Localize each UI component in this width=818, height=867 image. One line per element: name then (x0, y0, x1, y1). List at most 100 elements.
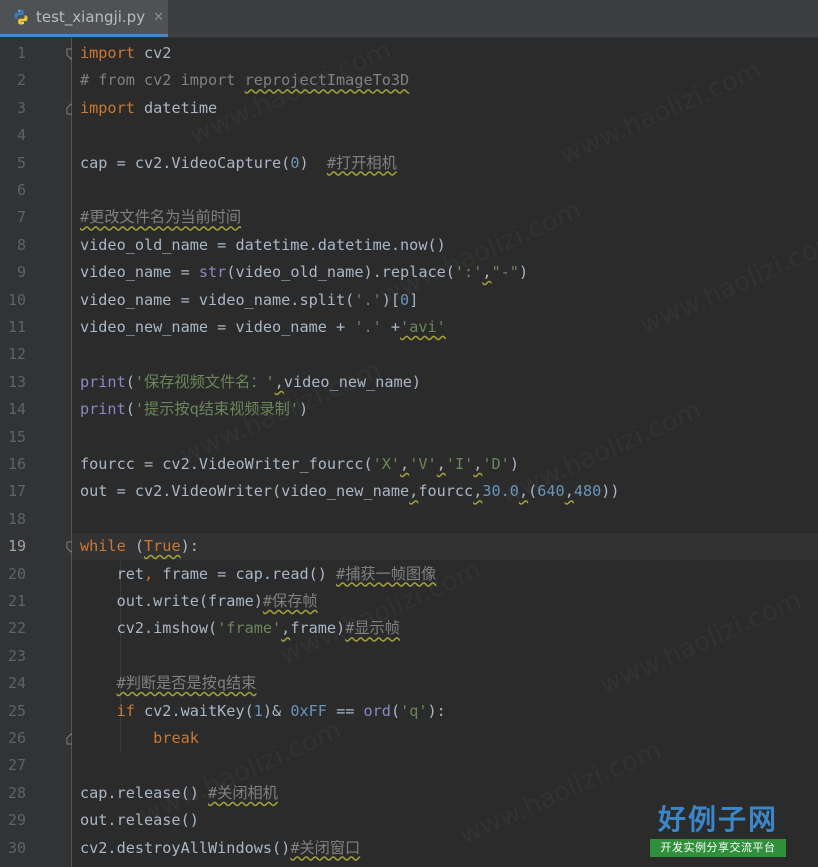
logo-subtitle: 开发实例分享交流平台 (650, 839, 786, 857)
code-line: #更改文件名为当前时间 (80, 204, 241, 231)
line-number: 1 (16, 44, 26, 62)
line-number: 30 (7, 838, 26, 857)
line-number: 25 (7, 701, 26, 720)
code-token: #判断是否是按q结束 (116, 674, 257, 693)
code-line: print('提示按q结束视频录制') (80, 396, 308, 423)
code-token: ( (125, 372, 135, 391)
code-token: ) (299, 153, 327, 172)
code-token: ) (518, 263, 529, 282)
code-token: 'q' (400, 701, 428, 720)
site-logo: 好例子网 开发实例分享交流平台 (650, 803, 786, 861)
code-token: ( (528, 482, 538, 501)
code-line: #判断是否是按q结束 (80, 670, 257, 697)
code-token: 640 (537, 482, 565, 501)
code-token: , (144, 564, 154, 583)
code-token: frame) (290, 619, 346, 638)
code-token: video_name = (80, 263, 199, 282)
code-token: 'V' (409, 455, 437, 473)
code-line: cv2.imshow('frame',frame)#显示帧 (80, 615, 400, 642)
line-number: 15 (7, 427, 26, 446)
line-number: 17 (7, 482, 26, 501)
line-number: 5 (16, 153, 26, 172)
line-number: 26 (7, 729, 26, 747)
code-token: ): (180, 537, 199, 556)
code-token: ord (363, 701, 391, 720)
code-line: while (True): (80, 533, 199, 560)
tab-label: test_xiangji.py (36, 8, 146, 26)
code-token: (video_old_name).replace( (226, 263, 455, 282)
code-token: 'avi' (400, 318, 446, 336)
code-token: out = cv2.VideoWriter(video_new_name (80, 482, 410, 501)
code-line: print('保存视频文件名：',video_new_name) (80, 369, 421, 396)
line-number: 11 (7, 318, 26, 336)
code-token: video_new_name) (283, 372, 421, 391)
line-number: 20 (7, 564, 26, 583)
line-number: 16 (7, 455, 26, 473)
watermark-text: www.haolizi.com (455, 735, 666, 851)
code-line: video_name = str(video_old_name).replace… (80, 259, 528, 286)
line-number: 14 (7, 400, 26, 419)
line-number: 4 (16, 126, 26, 145)
code-line: ret, frame = cap.read() #捕获一帧图像 (80, 561, 437, 588)
editor-tab-bar: test_xiangji.py ✕ (0, 0, 818, 38)
code-line: cv2.destroyAllWindows()#关闭窗口 (80, 835, 360, 862)
line-number: 29 (7, 811, 26, 830)
code-token: 'frame' (217, 619, 282, 638)
code-token: + (381, 318, 401, 336)
code-token: , (274, 372, 284, 391)
code-token: 1 (253, 701, 263, 720)
tab-test-xiangji-py[interactable]: test_xiangji.py ✕ (0, 0, 168, 37)
line-number: 18 (7, 509, 26, 528)
code-token: cap.release() (80, 783, 209, 802)
line-number: 9 (16, 263, 26, 282)
code-token: , (400, 455, 410, 473)
code-line: video_name = video_name.split('.')[0] (80, 287, 418, 314)
line-number: 24 (7, 674, 26, 693)
code-token: reprojectImageTo3D (244, 71, 410, 90)
code-token: if (116, 701, 135, 720)
code-token: frame = cap.read() (153, 564, 337, 583)
code-token: ) (299, 400, 309, 419)
code-token: , (518, 482, 529, 501)
code-token: 'D' (482, 455, 510, 473)
code-token: import (80, 98, 135, 117)
close-icon[interactable]: ✕ (153, 10, 164, 25)
code-line: import cv2 (80, 40, 171, 67)
code-token: datetime (134, 98, 218, 117)
code-token: 0 (400, 290, 410, 309)
code-token: , (473, 482, 483, 501)
code-token: ( (125, 400, 135, 419)
line-number: 3 (16, 98, 26, 117)
code-token: cv2 (134, 44, 172, 62)
code-token: #关闭窗口 (290, 838, 361, 857)
code-editor[interactable]: www.haolizi.com www.haolizi.com www.haoliz… (72, 38, 818, 867)
line-number: 23 (7, 646, 26, 665)
code-token: , (281, 619, 291, 638)
code-token: ( (390, 701, 401, 720)
code-token: #更改文件名为当前时间 (80, 208, 242, 227)
code-line: # from cv2 import reprojectImageTo3D (80, 67, 409, 94)
code-token: print (80, 400, 126, 419)
code-token: ':' (454, 263, 483, 282)
code-line: out = cv2.VideoWriter(video_new_name,fou… (80, 478, 620, 505)
code-line: break (80, 725, 199, 752)
code-line: import datetime (80, 95, 217, 122)
code-line: cap = cv2.VideoCapture(0) #打开相机 (80, 150, 397, 177)
code-token: ( (125, 537, 145, 556)
code-token: print (80, 372, 126, 391)
code-token: import (80, 44, 135, 62)
code-token: cap = cv2.VideoCapture( (80, 153, 291, 172)
code-token: out.release() (80, 811, 199, 830)
code-token: #关闭相机 (208, 783, 278, 802)
code-token: '.' (354, 290, 382, 309)
code-token: True (144, 537, 181, 556)
code-token: , (564, 482, 574, 501)
code-token: , (482, 263, 492, 282)
code-token: while (80, 537, 126, 556)
code-line: out.write(frame)#保存帧 (80, 588, 318, 615)
code-line: if cv2.waitKey(1)& 0xFF == ord('q'): (80, 698, 446, 725)
code-token: out.write(frame) (80, 592, 263, 610)
